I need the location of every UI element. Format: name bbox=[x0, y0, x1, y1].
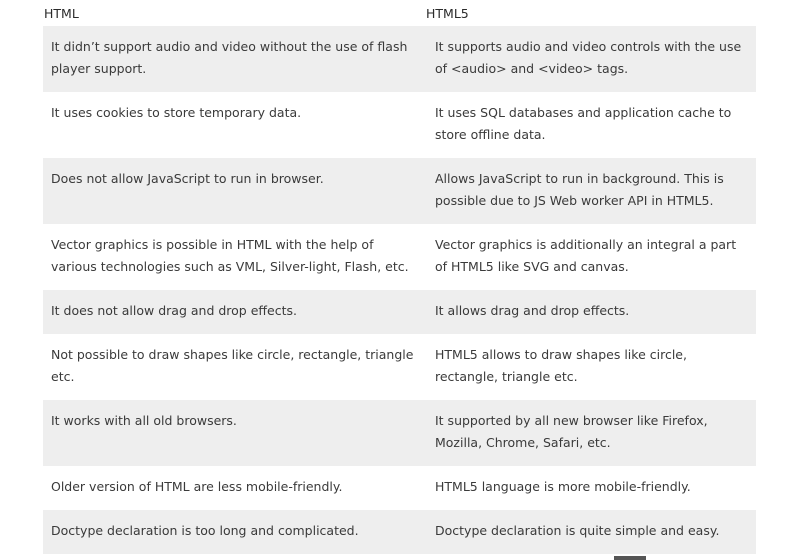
table-row: Does not allow JavaScript to run in brow… bbox=[43, 158, 756, 224]
cell-html: Vector graphics is possible in HTML with… bbox=[51, 237, 409, 274]
comparison-table: HTML HTML5 It didn’t support audio and v… bbox=[43, 0, 756, 554]
cell-html5: It supports audio and video controls wit… bbox=[426, 26, 756, 92]
table-row: It didn’t support audio and video withou… bbox=[43, 26, 756, 92]
cell-html5: HTML5 language is more mobile-friendly. bbox=[435, 479, 691, 494]
cell-html5: It allows drag and drop effects. bbox=[426, 290, 756, 334]
horizontal-scrollbar-thumb[interactable] bbox=[614, 556, 646, 560]
cell-html5: It uses SQL databases and application ca… bbox=[435, 105, 732, 142]
header-html5: HTML5 bbox=[426, 5, 469, 21]
table-row: Not possible to draw shapes like circle,… bbox=[43, 334, 756, 400]
comparison-table-container: HTML HTML5 It didn’t support audio and v… bbox=[43, 0, 756, 554]
cell-html5: It supported by all new browser like Fir… bbox=[426, 400, 756, 466]
cell-html: It uses cookies to store temporary data. bbox=[51, 105, 302, 120]
table-row: Doctype declaration is too long and comp… bbox=[43, 510, 756, 554]
cell-html: Older version of HTML are less mobile-fr… bbox=[51, 479, 343, 494]
cell-html5: Doctype declaration is quite simple and … bbox=[426, 510, 756, 554]
cell-html5: Allows JavaScript to run in background. … bbox=[426, 158, 756, 224]
table-row: It uses cookies to store temporary data.… bbox=[43, 92, 756, 158]
cell-html: It didn’t support audio and video withou… bbox=[43, 26, 426, 92]
cell-html: Not possible to draw shapes like circle,… bbox=[51, 347, 414, 384]
cell-html: It works with all old browsers. bbox=[43, 400, 426, 466]
table-row: Vector graphics is possible in HTML with… bbox=[43, 224, 756, 290]
table-row: It does not allow drag and drop effects.… bbox=[43, 290, 756, 334]
cell-html5: Vector graphics is additionally an integ… bbox=[435, 237, 737, 274]
cell-html5: HTML5 allows to draw shapes like circle,… bbox=[435, 347, 687, 384]
cell-html: Doctype declaration is too long and comp… bbox=[43, 510, 426, 554]
table-row: Older version of HTML are less mobile-fr… bbox=[43, 466, 756, 510]
cell-html: Does not allow JavaScript to run in brow… bbox=[43, 158, 426, 224]
table-row: It works with all old browsers. It suppo… bbox=[43, 400, 756, 466]
cell-html: It does not allow drag and drop effects. bbox=[43, 290, 426, 334]
header-html: HTML bbox=[44, 5, 79, 21]
table-header-row: HTML HTML5 bbox=[43, 0, 756, 26]
